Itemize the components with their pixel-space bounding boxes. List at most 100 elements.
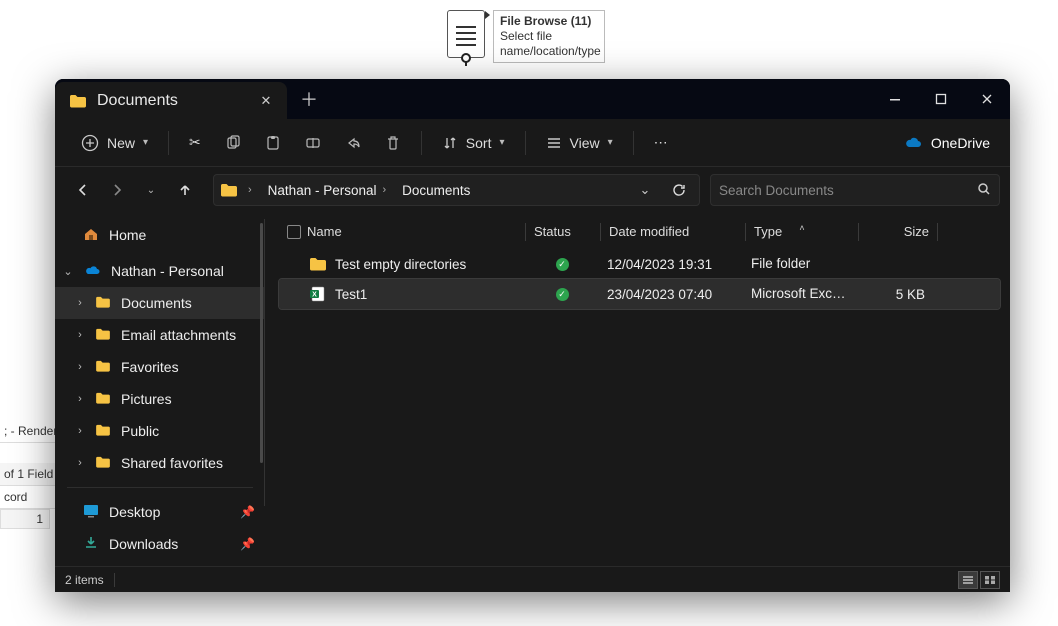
sidebar-desktop[interactable]: Desktop 📌 — [55, 496, 265, 528]
crumb-root[interactable]: Nathan - Personal › — [262, 183, 392, 198]
delete-button[interactable] — [375, 126, 411, 160]
chevron-down-icon[interactable]: ⌄ — [61, 265, 75, 278]
onedrive-label: OneDrive — [931, 135, 990, 151]
tab-documents[interactable]: Documents ✕ — [55, 82, 287, 119]
new-button[interactable]: New ▾ — [71, 126, 158, 160]
sidebar-item-email[interactable]: › Email attachments — [55, 319, 265, 351]
file-name: Test empty directories — [335, 257, 466, 272]
col-name-label: Name — [307, 224, 342, 239]
chevron-right-icon[interactable]: › — [73, 361, 87, 373]
rename-button[interactable] — [295, 126, 331, 160]
chevron-right-icon[interactable]: › — [73, 297, 87, 309]
col-name[interactable]: Name — [279, 224, 525, 239]
col-size[interactable]: Size — [859, 224, 937, 239]
chevron-down-icon: ▾ — [499, 137, 504, 148]
cloud-icon — [83, 263, 101, 279]
recent-button[interactable]: ⌄ — [137, 176, 165, 204]
thumbnails-view-button[interactable] — [980, 571, 1000, 589]
onedrive-button[interactable]: OneDrive — [893, 126, 1000, 160]
forward-button[interactable] — [103, 176, 131, 204]
bg-row2: of 1 Field — [0, 463, 61, 486]
back-button[interactable] — [69, 176, 97, 204]
copy-icon — [225, 135, 241, 151]
sync-ok-icon: ✓ — [556, 258, 569, 271]
sidebar-item-label: Shared favorites — [121, 455, 223, 471]
chevron-down-icon: ▾ — [608, 137, 613, 148]
sidebar-item-label: Email attachments — [121, 327, 236, 343]
alteryx-tooltip: File Browse (11) Select file name/locati… — [493, 10, 605, 63]
sidebar-item-shared[interactable]: › Shared favorites — [55, 447, 265, 479]
col-status-label: Status — [534, 224, 571, 239]
bg-row4: 1 — [0, 509, 50, 529]
sort-label: Sort — [466, 135, 492, 151]
pin-icon[interactable]: 📌 — [240, 505, 255, 519]
refresh-button[interactable] — [665, 183, 693, 197]
window-controls — [872, 79, 1010, 119]
sidebar-item-public[interactable]: › Public — [55, 415, 265, 447]
chevron-right-icon[interactable]: › — [382, 184, 386, 196]
view-icon — [546, 135, 562, 151]
folder-icon — [95, 391, 111, 407]
details-view-button[interactable] — [958, 571, 978, 589]
sort-button[interactable]: Sort ▾ — [432, 126, 515, 160]
copy-button[interactable] — [215, 126, 251, 160]
file-date: 23/04/2023 07:40 — [607, 287, 712, 302]
minimize-button[interactable] — [872, 79, 918, 119]
bg-row1: ; - Render — [0, 420, 61, 443]
view-button[interactable]: View ▾ — [536, 126, 623, 160]
file-size: 5 KB — [896, 287, 925, 302]
search-input[interactable]: Search Documents — [710, 174, 1000, 206]
select-all-checkbox[interactable] — [287, 225, 301, 239]
chevron-right-icon[interactable]: › — [248, 184, 252, 196]
file-date: 12/04/2023 19:31 — [607, 257, 712, 272]
address-bar[interactable]: › Nathan - Personal › Documents ⌄ — [213, 174, 700, 206]
tab-title: Documents — [97, 92, 178, 110]
chevron-down-icon: ▾ — [143, 137, 148, 148]
alteryx-results: ; - Render of 1 Field cord 1 — [0, 420, 61, 529]
status-bar: 2 items — [55, 566, 1010, 592]
sidebar-item-label: Documents — [121, 295, 192, 311]
paste-button[interactable] — [255, 126, 291, 160]
new-tab-button[interactable]: ＋ — [287, 79, 331, 119]
file-row[interactable]: X Test1 ✓ 23/04/2023 07:40 Microsoft Exc… — [279, 279, 1000, 309]
maximize-button[interactable] — [918, 79, 964, 119]
sidebar-item-pictures[interactable]: › Pictures — [55, 383, 265, 415]
chevron-right-icon[interactable]: › — [73, 457, 87, 469]
titlebar: Documents ✕ ＋ — [55, 79, 1010, 119]
sidebar-item-favorites[interactable]: › Favorites — [55, 351, 265, 383]
folder-icon — [95, 295, 111, 311]
up-button[interactable] — [171, 176, 199, 204]
share-icon — [345, 135, 361, 151]
sidebar-item-documents[interactable]: › Documents — [55, 287, 265, 319]
more-button[interactable]: ⋯ — [644, 126, 678, 160]
address-dropdown[interactable]: ⌄ — [631, 182, 659, 198]
tab-close-icon[interactable]: ✕ — [257, 92, 275, 110]
item-count: 2 items — [65, 573, 104, 587]
navrow: ⌄ › Nathan - Personal › Documents ⌄ — [55, 167, 1010, 213]
ellipsis-icon: ⋯ — [654, 134, 668, 151]
plus-circle-icon — [81, 134, 99, 152]
sidebar-root[interactable]: ⌄ Nathan - Personal — [55, 255, 265, 287]
sidebar-downloads[interactable]: Downloads 📌 — [55, 528, 265, 560]
folder-icon — [95, 327, 111, 343]
folder-icon — [95, 359, 111, 375]
crumb-root-label: Nathan - Personal — [268, 183, 377, 198]
col-status[interactable]: Status — [526, 224, 600, 239]
sidebar-home[interactable]: Home — [55, 219, 265, 251]
crumb-folder[interactable]: Documents — [396, 183, 476, 198]
close-button[interactable] — [964, 79, 1010, 119]
sidebar-scrollbar[interactable] — [260, 223, 263, 463]
filebrowse-tool-icon[interactable] — [447, 10, 485, 58]
chevron-right-icon[interactable]: › — [73, 393, 87, 405]
excel-icon: X — [309, 285, 327, 303]
chevron-right-icon[interactable]: › — [73, 329, 87, 341]
new-label: New — [107, 135, 135, 151]
cut-button[interactable]: ✂ — [179, 126, 211, 160]
crumb-folder-label: Documents — [402, 183, 470, 198]
share-button[interactable] — [335, 126, 371, 160]
file-row[interactable]: Test empty directories ✓ 12/04/2023 19:3… — [279, 249, 1000, 279]
chevron-right-icon[interactable]: › — [73, 425, 87, 437]
col-date[interactable]: Date modified — [601, 224, 745, 239]
pin-icon[interactable]: 📌 — [240, 537, 255, 551]
column-headers: Name Status Date modified ˄ Type Size — [279, 217, 1000, 247]
